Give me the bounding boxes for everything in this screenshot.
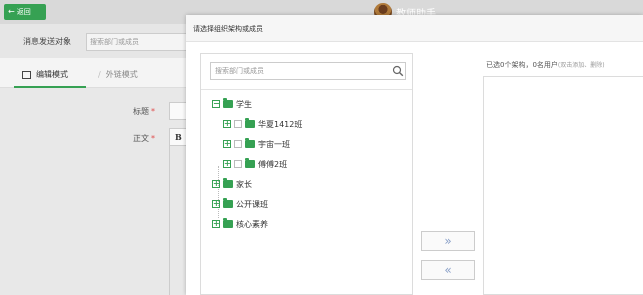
tab-link-mode-label: 外链模式 xyxy=(105,70,138,79)
expand-toggle-icon[interactable]: + xyxy=(223,140,231,148)
org-search-input[interactable] xyxy=(211,63,381,79)
pencil-icon: ∕ xyxy=(98,70,101,79)
search-icon[interactable] xyxy=(392,65,404,77)
recipient-label: 消息发送对象 xyxy=(23,37,71,46)
tree-node-parents[interactable]: + 家长 xyxy=(212,178,252,190)
tree-node-label: 傅傅2班 xyxy=(258,159,288,169)
body-label: 正文 * xyxy=(133,134,155,143)
expand-toggle-icon[interactable]: + xyxy=(223,160,231,168)
back-button-label: 返回 xyxy=(16,8,31,16)
folder-icon xyxy=(245,118,255,128)
tree-divider xyxy=(201,89,412,90)
expand-toggle-icon[interactable]: + xyxy=(223,120,231,128)
back-button[interactable]: ← 返回 xyxy=(4,4,46,20)
node-checkbox[interactable] xyxy=(234,160,242,168)
tree-node-label: 宇宙一班 xyxy=(258,139,290,149)
tab-edit-mode[interactable]: 编辑模式 xyxy=(22,69,68,80)
tree-node-students[interactable]: − 学生 xyxy=(212,98,252,110)
org-select-modal: 请选择组织架构或成员 − 学生 + 华夏1412班 + 宇宙一班 xyxy=(186,15,643,295)
recipient-input[interactable]: 搜索部门或成员 xyxy=(86,33,196,51)
add-selection-button[interactable]: » xyxy=(421,231,475,251)
folder-icon xyxy=(245,158,255,168)
tree-node-class-fufu[interactable]: + 傅傅2班 xyxy=(223,158,287,170)
remove-selection-button[interactable]: « xyxy=(421,260,475,280)
back-arrow-icon: ← xyxy=(8,7,15,16)
tree-guide-line xyxy=(218,166,219,218)
tree-node-class-huaxia[interactable]: + 华夏1412班 xyxy=(223,118,302,130)
tree-node-label: 公开课班 xyxy=(236,199,268,209)
selected-summary-text: 已选0个架构，0名用户 xyxy=(486,61,558,69)
folder-open-icon xyxy=(223,98,233,108)
org-tree-panel: − 学生 + 华夏1412班 + 宇宙一班 + 傅傅2班 + 家长 xyxy=(200,53,413,295)
modal-title: 请选择组织架构或成员 xyxy=(193,25,263,33)
modal-header: 请选择组织架构或成员 xyxy=(186,15,643,42)
folder-icon xyxy=(223,178,233,188)
folder-icon xyxy=(223,218,233,228)
collapse-toggle-icon[interactable]: − xyxy=(212,100,220,108)
expand-toggle-icon[interactable]: + xyxy=(212,180,220,188)
tree-node-core-literacy[interactable]: + 核心素养 xyxy=(212,218,268,230)
tree-node-label: 华夏1412班 xyxy=(258,119,303,129)
tree-node-label: 核心素养 xyxy=(236,219,268,229)
tab-link-mode[interactable]: ∕ 外链模式 xyxy=(98,69,138,80)
folder-icon xyxy=(245,138,255,148)
title-label: 标题 * xyxy=(133,107,155,116)
tree-node-label: 家长 xyxy=(236,179,252,189)
folder-icon xyxy=(223,198,233,208)
org-search-box xyxy=(210,62,406,80)
expand-toggle-icon[interactable]: + xyxy=(212,200,220,208)
edit-mode-icon xyxy=(22,70,31,79)
node-checkbox[interactable] xyxy=(234,120,242,128)
selected-summary: 已选0个架构，0名用户(双击添加、删除) xyxy=(486,60,605,70)
selected-hint: (双击添加、删除) xyxy=(557,62,605,69)
selected-list-panel[interactable] xyxy=(483,76,643,295)
tree-node-open-class[interactable]: + 公开课班 xyxy=(212,198,268,210)
expand-toggle-icon[interactable]: + xyxy=(212,220,220,228)
tree-node-class-yuzhou[interactable]: + 宇宙一班 xyxy=(223,138,290,150)
tree-node-label: 学生 xyxy=(236,99,252,109)
tab-edit-mode-label: 编辑模式 xyxy=(36,70,68,79)
node-checkbox[interactable] xyxy=(234,140,242,148)
